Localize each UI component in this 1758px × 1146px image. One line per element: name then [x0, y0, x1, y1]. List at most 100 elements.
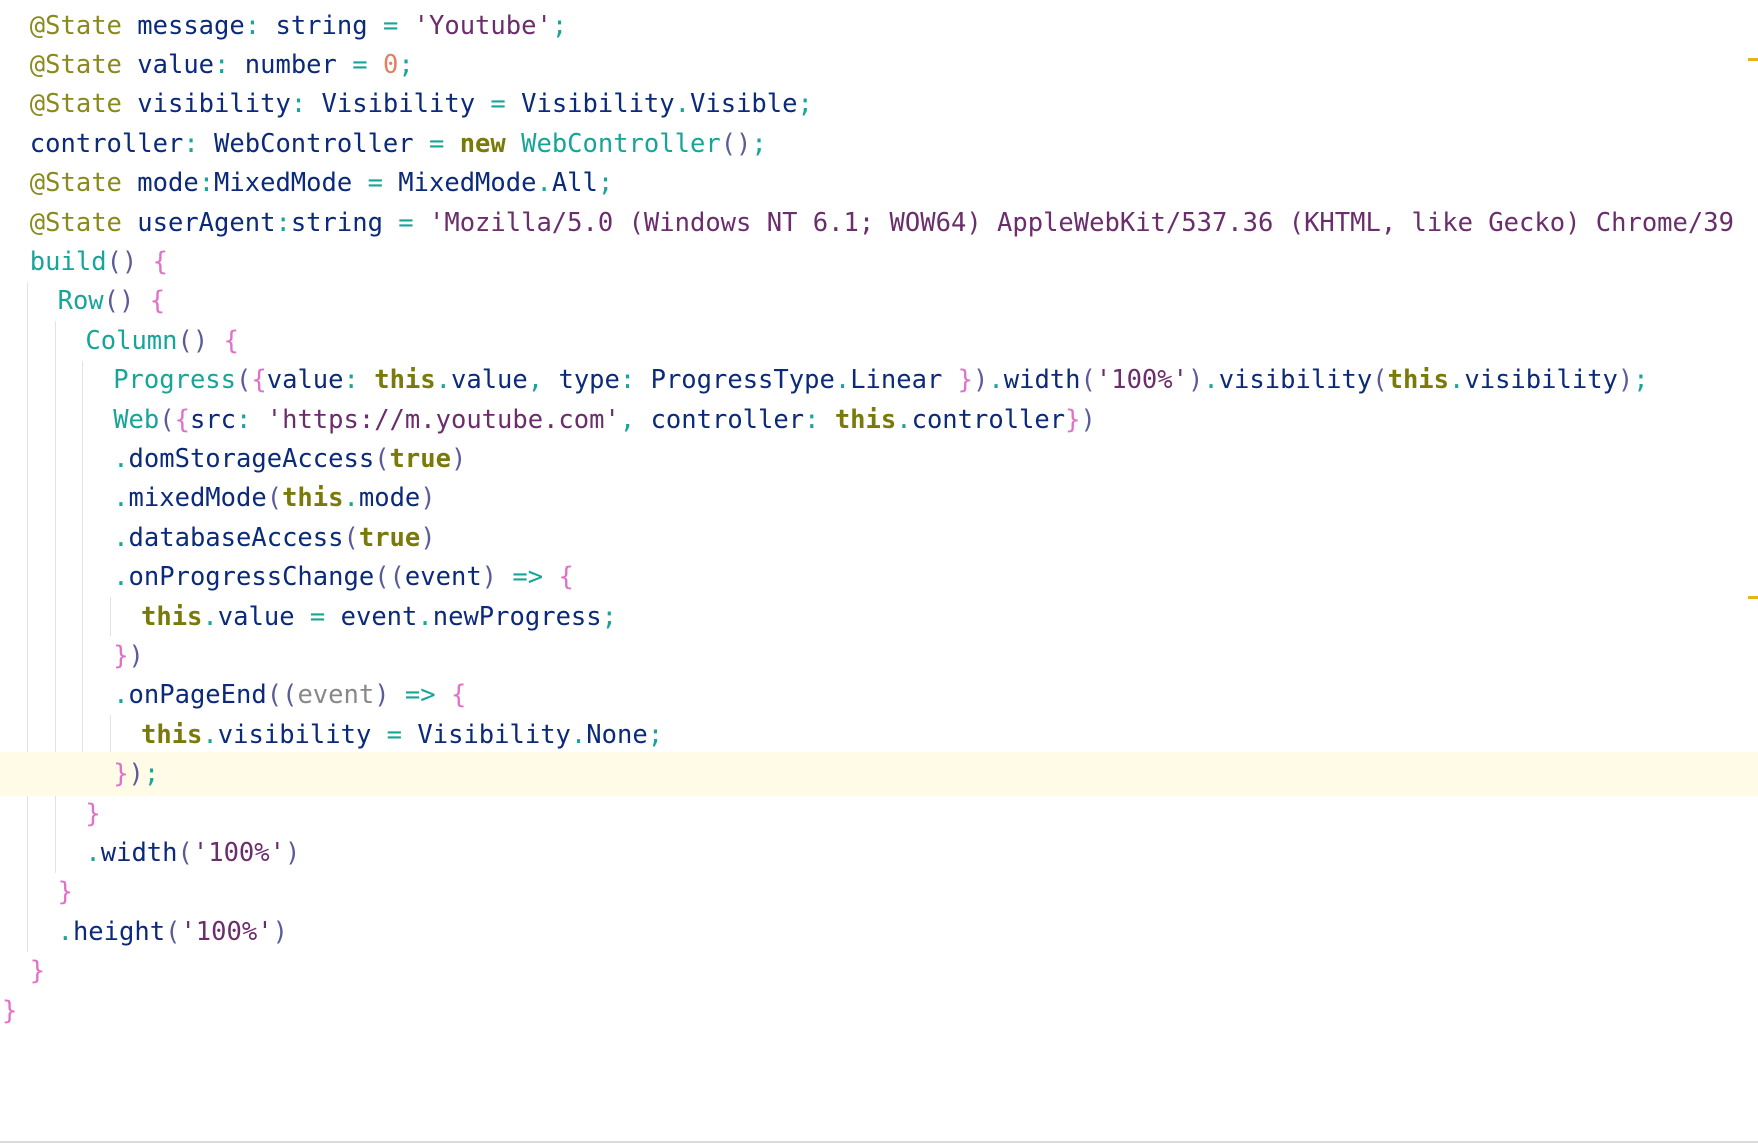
- code-line-content: Progress({value: this.value, type: Progr…: [113, 358, 1648, 402]
- code-line[interactable]: controller: WebController = new WebContr…: [0, 122, 1758, 166]
- code-token-punct: :: [214, 49, 230, 80]
- code-token-punct: ;: [1633, 365, 1649, 396]
- code-token-string: 'Youtube': [398, 10, 552, 41]
- code-line[interactable]: .onPageEnd((event) => {: [0, 673, 1758, 717]
- code-token-string: 'Mozilla/5.0 (Windows NT 6.1; WOW64) App…: [413, 207, 1305, 238]
- code-token-punct: ;: [551, 10, 568, 41]
- code-line[interactable]: Web({src: 'https://m.youtube.com', contr…: [0, 398, 1758, 442]
- code-line[interactable]: @State visibility: Visibility = Visibili…: [0, 82, 1758, 126]
- code-token-brace: }: [57, 877, 73, 908]
- code-token-component: Web: [113, 404, 160, 435]
- code-token-identifier: type: [543, 365, 620, 396]
- code-line[interactable]: .domStorageAccess(true): [0, 437, 1758, 481]
- code-token-identifier: event: [404, 562, 482, 593]
- code-line[interactable]: Column() {: [0, 319, 1758, 363]
- code-editor[interactable]: @State message: string = 'Youtube'; @Stat…: [0, 0, 1758, 1146]
- code-token-identifier: MixedMode: [382, 168, 537, 199]
- code-token-paren: (): [103, 286, 135, 317]
- code-line[interactable]: .mixedMode(this.mode): [0, 476, 1758, 520]
- code-token-paren: ): [1187, 365, 1204, 396]
- code-token-identifier: Visible: [690, 89, 798, 120]
- code-token-keyword: true: [389, 443, 451, 474]
- code-line[interactable]: }): [0, 634, 1758, 678]
- code-line[interactable]: build() {: [0, 240, 1758, 284]
- code-token-brace: }: [957, 365, 974, 396]
- code-line[interactable]: Progress({value: this.value, type: Progr…: [0, 358, 1758, 402]
- code-token-identifier: width: [100, 837, 178, 868]
- code-token-punct: :: [343, 365, 359, 396]
- code-line-content: .width('100%'): [85, 831, 300, 875]
- code-token-punct: .: [202, 719, 218, 750]
- code-line[interactable]: this.visibility = Visibility.None;: [0, 713, 1758, 757]
- code-token-punct: .: [343, 483, 359, 514]
- code-token-string: , like Gecko) Chrome/39: [1380, 207, 1734, 238]
- code-token-annotation: @State: [29, 49, 122, 80]
- code-area[interactable]: @State message: string = 'Youtube'; @Stat…: [0, 0, 1758, 1146]
- code-token-punct: =: [352, 49, 368, 80]
- code-token-brace: }: [1065, 404, 1081, 435]
- code-token-punct: =: [309, 601, 326, 632]
- code-token-paren: (: [266, 483, 283, 514]
- scrollbar-warning-marker[interactable]: [1748, 58, 1758, 61]
- code-token-punct: ,: [527, 365, 544, 396]
- code-token-punct: .: [536, 168, 552, 199]
- code-token-identifier: string: [260, 10, 383, 41]
- code-token-identifier: visibility: [1218, 365, 1373, 396]
- code-token-punct: ;: [143, 759, 160, 790]
- code-token-punct: .: [202, 601, 218, 632]
- code-token-keyword: this: [141, 719, 203, 750]
- code-line[interactable]: }: [0, 792, 1758, 836]
- code-token-identifier: mode: [121, 168, 199, 199]
- code-token-punct: .: [57, 916, 73, 947]
- code-line[interactable]: }: [0, 989, 1758, 1033]
- code-token-identifier: value: [266, 365, 344, 396]
- code-token-keyword: this: [819, 404, 897, 435]
- code-token-punct: .: [1449, 365, 1465, 396]
- code-token-brace: }: [113, 759, 129, 790]
- code-line[interactable]: .width('100%'): [0, 831, 1758, 875]
- code-token-identifier: src: [189, 404, 237, 435]
- code-token-punct: =: [490, 89, 506, 120]
- code-line[interactable]: .height('100%'): [0, 910, 1758, 954]
- code-token-punct: =: [398, 207, 414, 238]
- scrollbar-warning-marker[interactable]: [1748, 596, 1758, 599]
- code-line[interactable]: this.value = event.newProgress;: [0, 595, 1758, 639]
- code-token-string: KHTML: [1304, 207, 1381, 238]
- code-line-content: .onProgressChange((event) => {: [113, 555, 574, 599]
- code-token-identifier: userAgent: [121, 207, 276, 238]
- code-line[interactable]: .databaseAccess(true): [0, 516, 1758, 560]
- code-line[interactable]: @State userAgent:string = 'Mozilla/5.0 (…: [0, 201, 1758, 245]
- code-token-identifier: value: [450, 365, 528, 396]
- code-line-content: }): [113, 634, 144, 678]
- code-token-keyword: this: [358, 365, 436, 396]
- code-line-current[interactable]: });: [0, 752, 1758, 797]
- code-token-paren: ): [420, 483, 436, 514]
- code-line[interactable]: Row() {: [0, 279, 1758, 323]
- code-token-punct: ;: [597, 168, 614, 199]
- code-token-annotation: @State: [29, 89, 122, 120]
- code-line[interactable]: }: [0, 949, 1758, 993]
- code-token-identifier: databaseAccess: [128, 522, 344, 553]
- code-line[interactable]: }: [0, 870, 1758, 914]
- code-token-punct: .: [435, 365, 451, 396]
- code-token-punct: :: [198, 168, 215, 199]
- code-token-identifier: onProgressChange: [128, 562, 375, 593]
- code-line-content: build() {: [30, 240, 168, 284]
- code-token-keyword: new: [444, 128, 506, 159]
- code-line[interactable]: @State value: number = 0;: [0, 43, 1758, 87]
- code-token-identifier: value: [121, 49, 215, 80]
- code-line[interactable]: @State message: string = 'Youtube';: [0, 4, 1758, 48]
- code-token-punct: =: [382, 10, 399, 41]
- code-line-content: controller: WebController = new WebContr…: [30, 122, 767, 166]
- code-line[interactable]: .onProgressChange((event) => {: [0, 555, 1758, 599]
- code-line-content: }: [30, 949, 45, 993]
- code-token-paren: ((: [266, 680, 298, 711]
- code-line-content: @State message: string = 'Youtube';: [30, 4, 567, 48]
- code-token-number: 0: [382, 49, 399, 80]
- code-token-brace: {: [208, 325, 239, 356]
- code-token-paren: ): [450, 443, 467, 474]
- code-token-punct: .: [113, 483, 129, 514]
- code-line[interactable]: @State mode:MixedMode = MixedMode.All;: [0, 161, 1758, 205]
- code-line-content: this.visibility = Visibility.None;: [141, 713, 663, 757]
- code-token-punct: :: [236, 404, 252, 435]
